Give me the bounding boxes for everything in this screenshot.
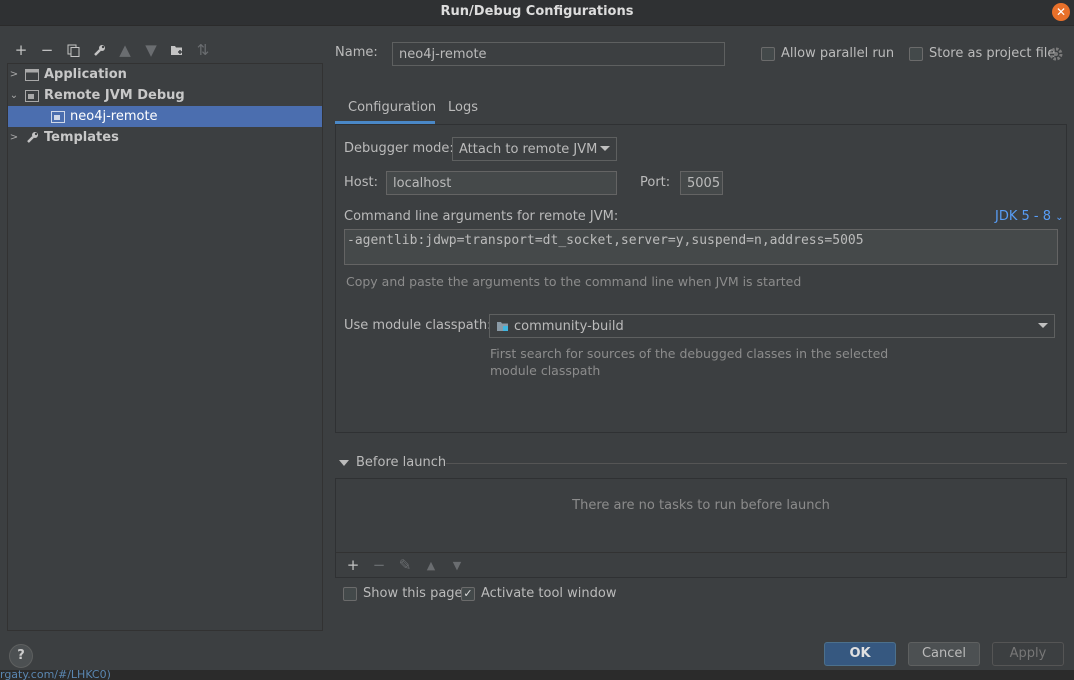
debugger-mode-select[interactable]: Attach to remote JVM [452, 137, 617, 161]
host-label: Host: [344, 175, 378, 190]
sort-icon[interactable]: ⇅ [190, 40, 216, 60]
collapse-triangle-icon[interactable] [339, 460, 349, 466]
tab-configuration[interactable]: Configuration [335, 96, 436, 124]
edit-icon[interactable]: ✎ [392, 555, 418, 575]
before-launch-toolbar: + − ✎ ▲ ▼ [336, 552, 1066, 577]
before-launch-list: There are no tasks to run before launch … [335, 478, 1067, 578]
remote-debug-icon [50, 110, 66, 124]
add-icon[interactable]: + [8, 40, 34, 60]
tree-item-neo4j-remote[interactable]: neo4j-remote [8, 106, 322, 127]
tree-item-label: Application [44, 67, 127, 82]
tree-item-application[interactable]: > Application [8, 64, 322, 85]
show-page-label: Show this page [363, 586, 463, 601]
allow-parallel-label: Allow parallel run [781, 46, 895, 61]
name-input[interactable]: neo4j-remote [392, 42, 725, 66]
allow-parallel-checkbox[interactable] [761, 47, 775, 61]
cmd-args-field[interactable]: -agentlib:jdwp=transport=dt_socket,serve… [344, 229, 1058, 265]
module-hint-line2: module classpath [490, 363, 601, 378]
cancel-button[interactable]: Cancel [908, 642, 980, 666]
name-label: Name: [335, 45, 378, 60]
application-icon [24, 68, 40, 82]
apply-button[interactable]: Apply [992, 642, 1064, 666]
store-project-checkbox[interactable] [909, 47, 923, 61]
configuration-tree: > Application ⌄ Remote JVM Debug neo4j-r… [7, 63, 323, 631]
new-folder-icon[interactable] [164, 40, 190, 60]
module-classpath-select[interactable]: community-build [489, 314, 1055, 338]
empty-task-message: There are no tasks to run before launch [572, 498, 830, 513]
tab-logs[interactable]: Logs [448, 96, 488, 124]
module-classpath-label: Use module classpath: [344, 318, 492, 333]
activate-tool-checkbox[interactable]: ✓ [461, 587, 475, 601]
check-icon: ✓ [463, 587, 473, 600]
move-up-icon[interactable]: ▲ [112, 40, 138, 60]
port-label: Port: [640, 175, 671, 190]
chevron-down-icon[interactable]: ⌄ [8, 90, 20, 101]
tree-item-templates[interactable]: > Templates [8, 127, 322, 148]
gear-icon[interactable] [1049, 47, 1063, 61]
cmd-args-hint: Copy and paste the arguments to the comm… [346, 274, 802, 289]
background-strip: rgaty.com/#/LHKC0) [0, 670, 1074, 680]
window-title: Run/Debug Configurations [440, 4, 634, 19]
tree-item-label: Remote JVM Debug [44, 88, 185, 103]
wrench-icon[interactable] [86, 40, 112, 60]
chevron-down-icon: ⌄ [1055, 212, 1064, 223]
host-input[interactable]: localhost [386, 171, 617, 195]
chevron-down-icon [1038, 323, 1048, 328]
wrench-icon [24, 131, 40, 145]
move-down-icon[interactable]: ▼ [138, 40, 164, 60]
debugger-mode-label: Debugger mode: [344, 141, 454, 156]
chevron-down-icon [600, 146, 610, 151]
chevron-right-icon[interactable]: > [8, 69, 20, 80]
module-hint-line1: First search for sources of the debugged… [490, 346, 889, 361]
tree-item-label: neo4j-remote [70, 109, 158, 124]
tree-toolbar: + − ▲ ▼ ⇅ [8, 40, 318, 60]
port-input[interactable]: 5005 [680, 171, 723, 195]
configuration-panel: Debugger mode: Attach to remote JVM Host… [335, 124, 1067, 433]
remote-debug-icon [24, 89, 40, 103]
chevron-right-icon[interactable]: > [8, 132, 20, 143]
show-page-checkbox[interactable] [343, 587, 357, 601]
store-project-label: Store as project file [929, 46, 1056, 61]
title-bar: Run/Debug Configurations ✕ [0, 0, 1074, 26]
module-folder-icon [496, 320, 510, 332]
move-down-icon[interactable]: ▼ [444, 555, 470, 575]
ok-button[interactable]: OK [824, 642, 896, 666]
remove-icon[interactable]: − [34, 40, 60, 60]
tree-item-label: Templates [44, 130, 119, 145]
cmd-args-label: Command line arguments for remote JVM: [344, 209, 619, 224]
jdk-version-link[interactable]: JDK 5 - 8 ⌄ [995, 209, 1064, 224]
help-button[interactable]: ? [9, 644, 33, 668]
close-icon: ✕ [1055, 5, 1067, 19]
background-url-text: rgaty.com/#/LHKC0) [0, 670, 111, 680]
section-divider [446, 463, 1067, 464]
remove-icon[interactable]: − [366, 555, 392, 575]
add-icon[interactable]: + [340, 555, 366, 575]
before-launch-title[interactable]: Before launch [356, 455, 446, 470]
tree-item-remote-jvm-debug[interactable]: ⌄ Remote JVM Debug [8, 85, 322, 106]
move-up-icon[interactable]: ▲ [418, 555, 444, 575]
close-button[interactable]: ✕ [1052, 3, 1070, 21]
copy-icon[interactable] [60, 40, 86, 60]
activate-tool-label: Activate tool window [481, 586, 617, 601]
